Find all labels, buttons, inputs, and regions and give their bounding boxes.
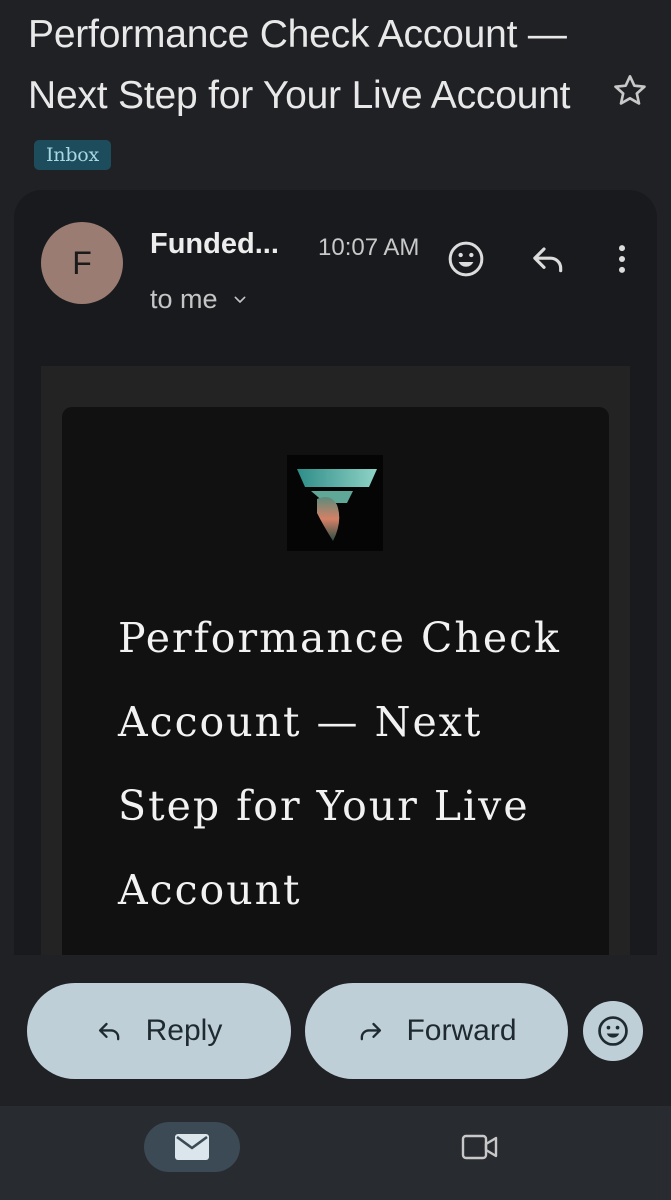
bottom-navigation: [0, 1106, 671, 1200]
reply-label: Reply: [145, 1014, 223, 1047]
email-screen: Performance Check Account — Next Step fo…: [0, 0, 671, 1200]
star-icon: [614, 75, 646, 105]
mail-icon: [175, 1134, 209, 1160]
reply-icon-button[interactable]: [527, 237, 571, 281]
inbox-label-badge[interactable]: Inbox: [34, 140, 112, 170]
logo-icon: [297, 469, 377, 541]
nav-meet-tab[interactable]: [458, 1127, 502, 1167]
react-button[interactable]: [583, 1001, 643, 1061]
message-time: 10:07 AM: [318, 234, 420, 261]
reply-icon: [98, 1022, 119, 1041]
forward-icon: [361, 1022, 382, 1041]
recipient-toggle[interactable]: to me: [150, 284, 248, 315]
chevron-down-icon: [234, 296, 245, 303]
emoji-icon: [448, 241, 484, 277]
video-icon: [461, 1134, 498, 1160]
forward-label: Forward: [406, 1014, 517, 1047]
more-options-button[interactable]: [600, 237, 644, 281]
emoji-icon: [598, 1016, 628, 1046]
forward-button[interactable]: Forward: [305, 983, 568, 1079]
reply-button[interactable]: Reply: [27, 983, 291, 1079]
star-button[interactable]: [610, 71, 650, 111]
email-subject: Performance Check Account — Next Step fo…: [28, 4, 598, 187]
nav-mail-tab[interactable]: [144, 1122, 240, 1172]
sender-avatar[interactable]: F: [41, 222, 123, 304]
email-heading: Performance Check Account — Next Step fo…: [118, 614, 561, 914]
sender-name[interactable]: Funded...: [150, 228, 279, 261]
recipient-label: to me: [150, 284, 218, 314]
subject-text: Performance Check Account — Next Step fo…: [28, 13, 571, 117]
reply-icon: [533, 247, 563, 273]
more-vert-icon: [619, 245, 625, 273]
company-logo: [287, 455, 383, 551]
add-reaction-button[interactable]: [444, 237, 488, 281]
